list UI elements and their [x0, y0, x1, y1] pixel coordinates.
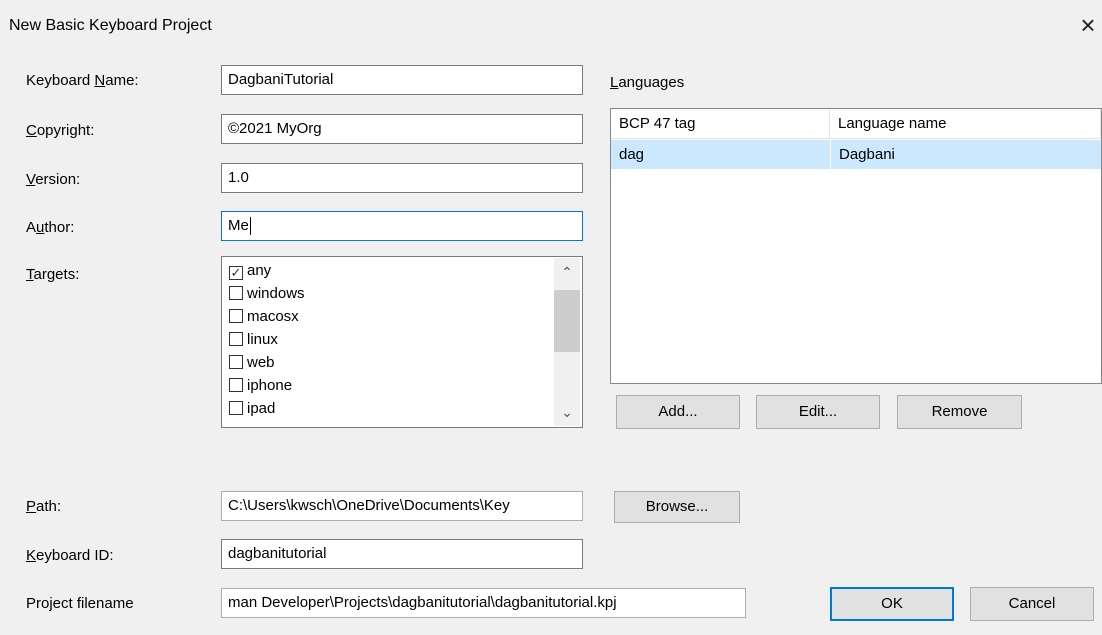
languages-label: Languages [610, 74, 685, 91]
path-input[interactable]: C:\Users\kwsch\OneDrive\Documents\Key [221, 491, 583, 521]
add-language-button[interactable]: Add... [616, 395, 740, 429]
target-item-ipad[interactable]: ipad [229, 399, 275, 421]
copyright-input[interactable]: ©2021 MyOrg [221, 114, 583, 144]
keyboard-name-input[interactable]: DagbaniTutorial [221, 65, 583, 95]
path-label: Path: [26, 498, 62, 515]
copyright-label: Copyright: [26, 122, 95, 139]
target-item-windows[interactable]: windows [229, 284, 305, 306]
close-icon[interactable]: × [1075, 12, 1101, 38]
target-item-any[interactable]: ✓ any [229, 261, 271, 283]
targets-scrollbar-thumb[interactable] [554, 290, 580, 352]
edit-language-button[interactable]: Edit... [756, 395, 880, 429]
targets-list[interactable]: ✓ any windows macosx linux web iphone ipa… [221, 256, 583, 428]
keyboard-id-label: Keyboard ID: [26, 547, 114, 564]
project-filename-label: Project filename [26, 595, 134, 612]
version-label: Version: [26, 171, 81, 188]
keyboard-id-input[interactable]: dagbanitutorial [221, 539, 583, 569]
checkbox[interactable] [229, 286, 243, 300]
checkbox[interactable] [229, 378, 243, 392]
target-item-linux[interactable]: linux [229, 330, 278, 352]
version-input[interactable]: 1.0 [221, 163, 583, 193]
chevron-down-icon[interactable]: ⌄ [554, 400, 580, 424]
column-header-bcp47[interactable]: BCP 47 tag [611, 109, 830, 139]
browse-button[interactable]: Browse... [614, 491, 740, 523]
languages-table[interactable]: BCP 47 tag Language name dag Dagbani [610, 108, 1102, 384]
author-input[interactable]: Me [221, 211, 583, 241]
text-caret [249, 217, 251, 236]
checkbox[interactable] [229, 309, 243, 323]
language-tag-cell[interactable]: dag [611, 140, 830, 169]
checkbox[interactable] [229, 355, 243, 369]
ok-button[interactable]: OK [830, 587, 954, 621]
target-item-web[interactable]: web [229, 353, 275, 375]
chevron-up-icon[interactable]: ⌃ [554, 260, 580, 284]
remove-language-button[interactable]: Remove [897, 395, 1022, 429]
checkmark-icon[interactable]: ✓ [229, 266, 243, 280]
window-title: New Basic Keyboard Project [9, 17, 212, 34]
cancel-button[interactable]: Cancel [970, 587, 1094, 621]
project-filename-field: man Developer\Projects\dagbanitutorial\d… [221, 588, 746, 618]
checkbox[interactable] [229, 401, 243, 415]
checkbox[interactable] [229, 332, 243, 346]
column-header-language-name[interactable]: Language name [830, 109, 1101, 139]
language-name-cell[interactable]: Dagbani [830, 140, 1101, 169]
author-label: Author: [26, 219, 75, 236]
keyboard-name-label: Keyboard Name: [26, 72, 139, 89]
target-item-iphone[interactable]: iphone [229, 376, 292, 398]
target-item-macosx[interactable]: macosx [229, 307, 299, 329]
targets-label: Targets: [26, 266, 80, 283]
